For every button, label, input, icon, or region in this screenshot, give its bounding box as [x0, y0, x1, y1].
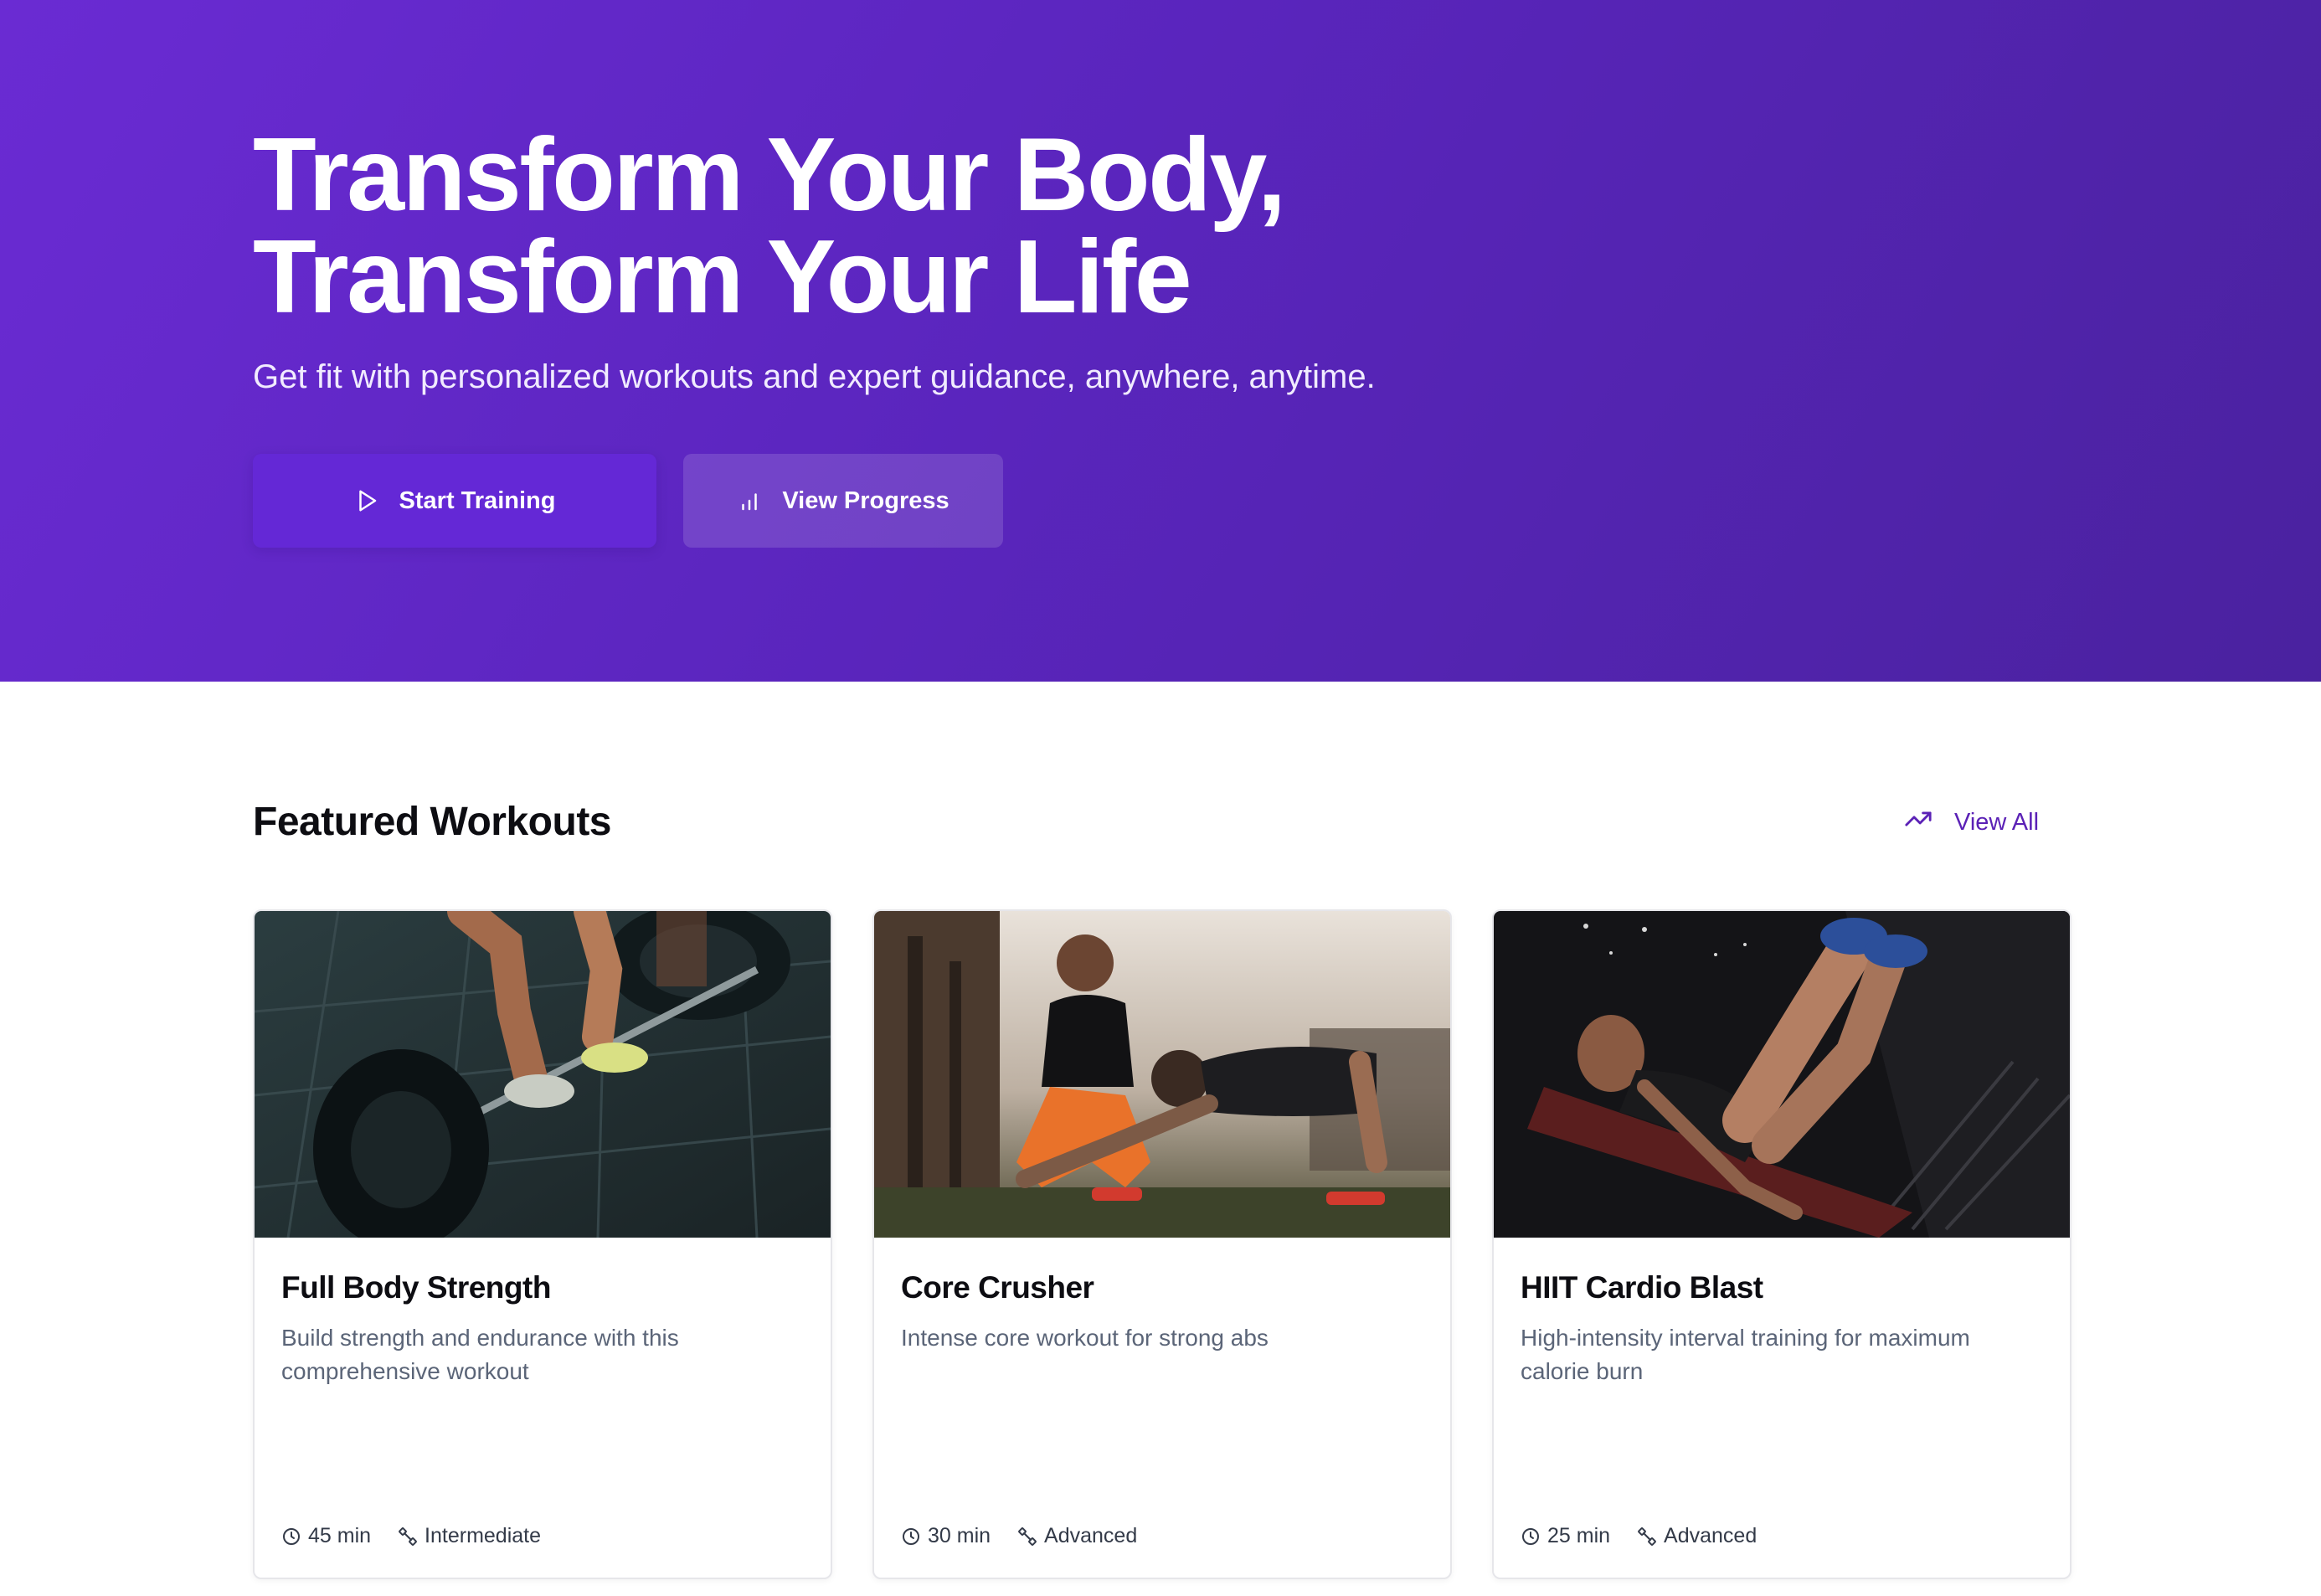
level-item: Intermediate	[398, 1524, 541, 1548]
workout-level: Intermediate	[425, 1524, 542, 1547]
workout-card-hiit-cardio-blast[interactable]: HIIT Cardio Blast High-intensity interva…	[1492, 909, 2071, 1579]
view-all-link[interactable]: View All	[1904, 804, 2039, 841]
trainer-pushup-photo	[874, 911, 1450, 1238]
trending-up-icon	[1904, 805, 1932, 840]
workout-description: High-intensity interval training for max…	[1521, 1325, 1970, 1384]
workout-description: Intense core workout for strong abs	[901, 1325, 1269, 1351]
duration-item: 45 min	[281, 1524, 371, 1548]
clock-icon	[1521, 1526, 1541, 1547]
clock-icon	[901, 1526, 921, 1547]
featured-workouts-title: Featured Workouts	[253, 800, 612, 844]
workout-title: HIIT Cardio Blast	[1521, 1270, 1763, 1305]
dumbbell-icon	[398, 1526, 418, 1547]
start-training-label: Start Training	[399, 487, 556, 514]
leg-press-photo	[1494, 911, 2070, 1238]
duration-item: 30 min	[901, 1524, 991, 1548]
workout-title: Full Body Strength	[281, 1270, 551, 1305]
workout-meta: 45 min Intermediate	[281, 1524, 541, 1548]
workout-duration: 45 min	[308, 1524, 372, 1547]
workout-level: Advanced	[1044, 1524, 1138, 1547]
dumbbell-icon	[1637, 1526, 1657, 1547]
workout-card-full-body-strength[interactable]: Full Body Strength Build strength and en…	[253, 909, 832, 1579]
workout-level: Advanced	[1664, 1524, 1757, 1547]
bar-chart-icon	[737, 488, 762, 513]
level-item: Advanced	[1637, 1524, 1757, 1548]
view-all-label: View All	[1954, 808, 2040, 836]
workout-meta: 30 min Advanced	[901, 1524, 1137, 1548]
level-item: Advanced	[1017, 1524, 1137, 1548]
duration-item: 25 min	[1521, 1524, 1610, 1548]
workout-duration: 30 min	[928, 1524, 991, 1547]
workout-meta: 25 min Advanced	[1521, 1524, 1757, 1548]
workout-description: Build strength and endurance with this c…	[281, 1325, 679, 1384]
view-progress-button[interactable]: View Progress	[683, 454, 1003, 548]
dumbbell-icon	[1017, 1526, 1037, 1547]
start-training-button[interactable]: Start Training	[253, 454, 656, 548]
hero-subtitle: Get fit with personalized workouts and e…	[253, 358, 1376, 395]
hero-title: Transform Your Body, Transform Your Life	[253, 117, 1676, 335]
hero-section: Transform Your Body, Transform Your Life…	[0, 0, 2321, 682]
workout-duration: 25 min	[1547, 1524, 1611, 1547]
workout-card-core-crusher[interactable]: Core Crusher Intense core workout for st…	[872, 909, 1452, 1579]
play-icon	[354, 488, 379, 513]
clock-icon	[281, 1526, 301, 1547]
workout-title: Core Crusher	[901, 1270, 1094, 1305]
hero-title-line-2: Transform Your Life	[253, 219, 1192, 335]
barbell-deadlift-photo	[255, 911, 831, 1238]
hero-title-line-1: Transform Your Body,	[253, 117, 1286, 233]
view-progress-label: View Progress	[782, 487, 950, 514]
